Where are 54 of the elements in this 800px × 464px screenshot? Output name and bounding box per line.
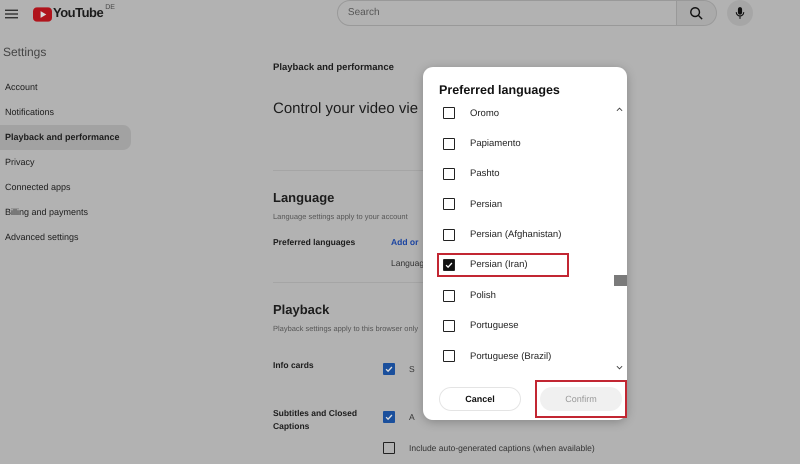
option-label: Include auto-generated captions (when available) [409,443,595,453]
checkbox[interactable] [443,350,455,362]
sidebar-item[interactable]: Advanced settings [0,225,131,250]
search-icon [689,6,704,20]
option-label: A [409,412,415,422]
language-label: Papiamento [470,138,521,150]
language-label: Persian (Afghanistan) [470,229,562,240]
language-label: Polish [470,290,496,302]
play-logo-icon [33,6,52,22]
dialog-title: Preferred languages [439,83,561,97]
language-label: Persian [470,198,502,210]
checkbox[interactable] [443,228,455,241]
row-label: Preferred languages [273,237,356,249]
language-label: Oromo [470,108,500,119]
sidebar-item[interactable]: Connected apps [0,175,131,200]
sidebar-item[interactable]: Billing and payments [0,200,131,225]
checkbox[interactable] [443,290,455,302]
checkbox[interactable] [383,363,395,375]
checkbox[interactable] [443,258,455,271]
cancel-button[interactable]: Cancel [439,386,521,411]
microphone-icon [734,6,745,20]
language-label: Portuguese [470,320,519,332]
page-heading: Control your video vie [273,100,418,117]
sidebar-item[interactable]: Privacy [0,150,131,175]
menu-icon[interactable] [5,9,18,19]
logo-text: YouTube [53,4,104,20]
microphone-button[interactable] [726,0,753,26]
checkbox[interactable] [443,198,455,210]
section-label: Playback and performance [273,62,394,73]
languages-value: Languag [391,258,424,268]
checkbox[interactable] [443,107,455,120]
search-button[interactable] [676,0,717,26]
sidebar-item[interactable]: Account [0,75,131,100]
row-label: Info cards [273,359,315,372]
section-title: Language [273,190,334,205]
checkbox[interactable] [443,138,455,150]
add-languages-link[interactable]: Add or [391,237,424,247]
sidebar-item[interactable]: Notifications [0,100,131,125]
search-field[interactable]: Search [336,0,677,26]
checkbox[interactable] [383,442,395,454]
chevron-down-icon[interactable] [616,365,623,370]
section-title: Playback [273,302,330,317]
row-label: Subtitles and Closed Captions [273,407,358,433]
option-label: S [409,364,415,374]
checkbox[interactable] [443,168,455,180]
settings-title: Settings [3,45,48,59]
sidebar-item[interactable]: Playback and performance [0,125,131,150]
language-label: Persian (Iran) [470,259,528,270]
chevron-up-icon[interactable] [616,107,623,112]
scrollbar-thumb[interactable] [614,275,627,286]
language-label: Pashto [470,168,500,180]
checkbox[interactable] [383,411,395,423]
checkbox[interactable] [443,320,455,332]
language-label: Portuguese (Brazil) [470,350,552,362]
